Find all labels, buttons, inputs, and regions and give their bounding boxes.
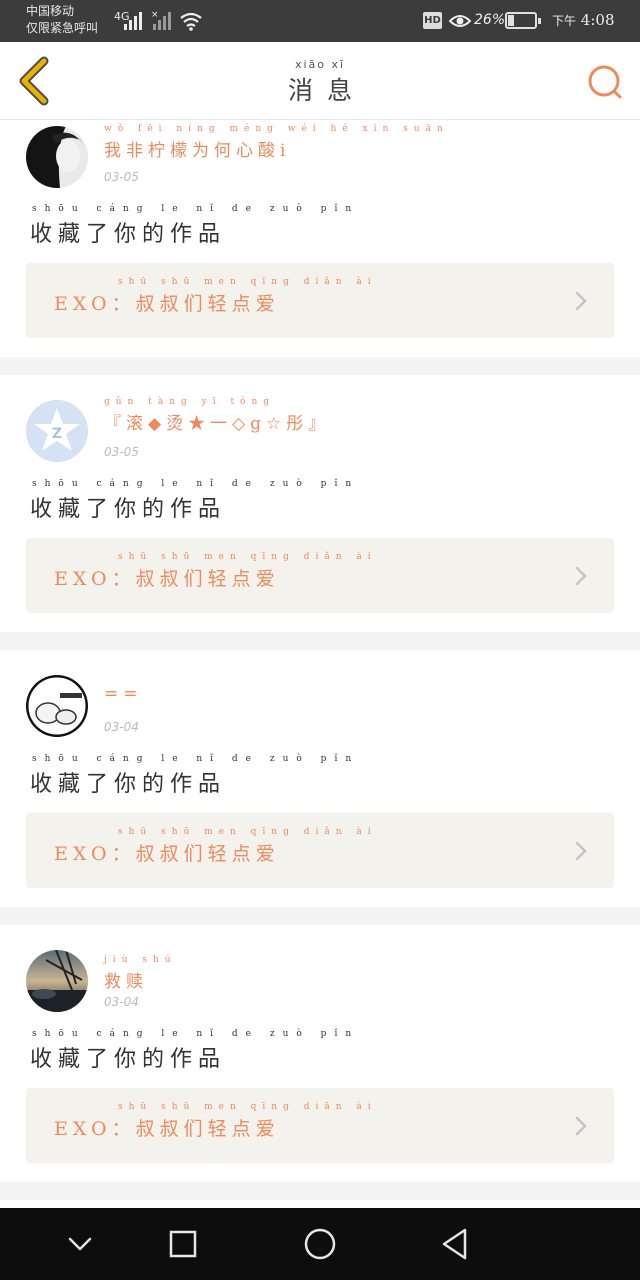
message-date: 03-04 xyxy=(104,995,139,1009)
chevron-right-icon xyxy=(575,566,587,586)
work-title-text: EXO：叔叔们轻点爱 xyxy=(54,568,280,590)
carrier-name: 中国移动 xyxy=(26,4,75,18)
work-title-pinyin: shū shū men qīng diǎn ài xyxy=(118,1102,377,1112)
avatar[interactable]: Z xyxy=(26,400,88,462)
username-pinyin: wǒ fēi níng méng wéi hé xīn suān xyxy=(104,124,449,134)
action-label: 收藏了你的作品 xyxy=(30,222,227,247)
eye-comfort-icon xyxy=(449,15,471,27)
avatar-image xyxy=(26,950,88,1012)
username-text: == xyxy=(104,684,143,704)
chevron-right-icon xyxy=(575,291,587,311)
username-pinyin: gǔn tàng yī tóng xyxy=(104,397,276,407)
work-link[interactable]: shū shū men qīng diǎn ài EXO：叔叔们轻点爱 xyxy=(26,1088,614,1163)
clock: 下午 4:08 xyxy=(552,11,614,29)
avatar-image xyxy=(26,126,88,188)
page-title: xiāo xī 消息 xyxy=(0,42,640,107)
username[interactable]: == xyxy=(104,684,143,704)
nav-recents-button[interactable] xyxy=(163,1224,203,1264)
work-link[interactable]: shū shū men qīng diǎn ài EXO：叔叔们轻点爱 xyxy=(26,263,614,338)
emergency-only-text: 仅限紧急呼叫 xyxy=(26,21,99,35)
chevron-right-icon xyxy=(575,1116,587,1136)
system-nav-bar xyxy=(0,1208,640,1280)
work-link[interactable]: shū shū men qīng diǎn ài EXO：叔叔们轻点爱 xyxy=(26,538,614,613)
username-pinyin: jiù shú xyxy=(104,955,177,965)
chevron-right-icon xyxy=(575,841,587,861)
nav-hide-button[interactable] xyxy=(60,1224,100,1264)
username[interactable]: wǒ fēi níng méng wéi hé xīn suān 我非柠檬为何心… xyxy=(104,124,449,161)
username-text: 我非柠檬为何心酸i xyxy=(104,141,291,161)
battery-icon xyxy=(505,12,541,29)
svg-text:Z: Z xyxy=(52,426,62,442)
avatar-image xyxy=(26,675,88,737)
username-text: 『滚◆烫★一◇g☆彤』 xyxy=(104,414,331,434)
page-title-pinyin: xiāo xī xyxy=(294,58,346,71)
circle-icon xyxy=(304,1228,336,1260)
action-pinyin: shōu cáng le nǐ de zuò pǐn xyxy=(32,479,360,489)
work-link[interactable]: shū shū men qīng diǎn ài EXO：叔叔们轻点爱 xyxy=(26,813,614,888)
list-item: == 03-04 shōu cáng le nǐ de zuò pǐn 收藏了你… xyxy=(0,650,640,907)
search-button[interactable] xyxy=(585,64,625,104)
action-label: 收藏了你的作品 xyxy=(30,1047,227,1072)
clock-time: 4:08 xyxy=(580,11,615,29)
battery-level-fill xyxy=(508,15,514,26)
list-item: wǒ fēi níng méng wéi hé xīn suān 我非柠檬为何心… xyxy=(0,120,640,357)
triangle-back-icon xyxy=(442,1228,467,1260)
message-list: wǒ fēi níng méng wéi hé xīn suān 我非柠檬为何心… xyxy=(0,120,640,1208)
username[interactable]: gǔn tàng yī tóng 『滚◆烫★一◇g☆彤』 xyxy=(104,397,330,434)
work-title-pinyin: shū shū men qīng diǎn ài xyxy=(118,277,377,287)
battery-tip xyxy=(538,18,541,24)
square-icon xyxy=(169,1230,197,1258)
list-item xyxy=(0,1200,640,1208)
avatar[interactable] xyxy=(26,675,88,737)
signal-no-service-icon: × xyxy=(151,10,171,30)
work-title-pinyin: shū shū men qīng diǎn ài xyxy=(118,552,377,562)
app-header: xiāo xī 消息 xyxy=(0,42,640,120)
action-pinyin: shōu cáng le nǐ de zuò pǐn xyxy=(32,1029,360,1039)
action-label: 收藏了你的作品 xyxy=(30,772,227,797)
avatar[interactable] xyxy=(26,126,88,188)
search-icon xyxy=(588,65,622,99)
clock-period: 下午 xyxy=(552,14,577,28)
wifi-icon xyxy=(180,12,202,31)
signal-icon xyxy=(124,12,142,30)
message-date: 03-05 xyxy=(104,170,139,184)
chevron-down-icon xyxy=(68,1237,92,1251)
svg-text:×: × xyxy=(151,10,159,20)
username-text: 救赎 xyxy=(104,972,148,992)
action-text: shōu cáng le nǐ de zuò pǐn 收藏了你的作品 xyxy=(30,754,359,798)
work-title-text: EXO：叔叔们轻点爱 xyxy=(54,1118,280,1140)
action-label: 收藏了你的作品 xyxy=(30,497,227,522)
work-title: shū shū men qīng diǎn ài EXO：叔叔们轻点爱 xyxy=(54,827,377,866)
work-title-text: EXO：叔叔们轻点爱 xyxy=(54,843,280,865)
nav-home-button[interactable] xyxy=(300,1224,340,1264)
avatar[interactable] xyxy=(26,950,88,1012)
page-title-text: 消息 xyxy=(287,76,366,105)
action-text: shōu cáng le nǐ de zuò pǐn 收藏了你的作品 xyxy=(30,204,359,248)
work-title: shū shū men qīng diǎn ài EXO：叔叔们轻点爱 xyxy=(54,1102,377,1141)
work-title-text: EXO：叔叔们轻点爱 xyxy=(54,293,280,315)
action-pinyin: shōu cáng le nǐ de zuò pǐn xyxy=(32,204,360,214)
battery-percent: 26% xyxy=(474,12,506,28)
work-title: shū shū men qīng diǎn ài EXO：叔叔们轻点爱 xyxy=(54,552,377,591)
list-item: jiù shú 救赎 03-04 shōu cáng le nǐ de zuò … xyxy=(0,925,640,1182)
carrier-info: 中国移动 仅限紧急呼叫 xyxy=(26,3,98,37)
status-bar: 中国移动 仅限紧急呼叫 4G × HD 26% 下午 4:08 xyxy=(0,0,640,42)
work-title-pinyin: shū shū men qīng diǎn ài xyxy=(118,827,377,837)
nav-back-button[interactable] xyxy=(436,1224,476,1264)
star-z-icon: Z xyxy=(26,400,88,462)
work-title: shū shū men qīng diǎn ài EXO：叔叔们轻点爱 xyxy=(54,277,377,316)
action-text: shōu cáng le nǐ de zuò pǐn 收藏了你的作品 xyxy=(30,1029,359,1073)
username[interactable]: jiù shú 救赎 xyxy=(104,955,177,992)
action-pinyin: shōu cáng le nǐ de zuò pǐn xyxy=(32,754,360,764)
hd-badge: HD xyxy=(423,12,442,29)
list-item: Z gǔn tàng yī tóng 『滚◆烫★一◇g☆彤』 03-05 shō… xyxy=(0,375,640,632)
action-text: shōu cáng le nǐ de zuò pǐn 收藏了你的作品 xyxy=(30,479,359,523)
message-date: 03-05 xyxy=(104,445,139,459)
message-date: 03-04 xyxy=(104,720,139,734)
